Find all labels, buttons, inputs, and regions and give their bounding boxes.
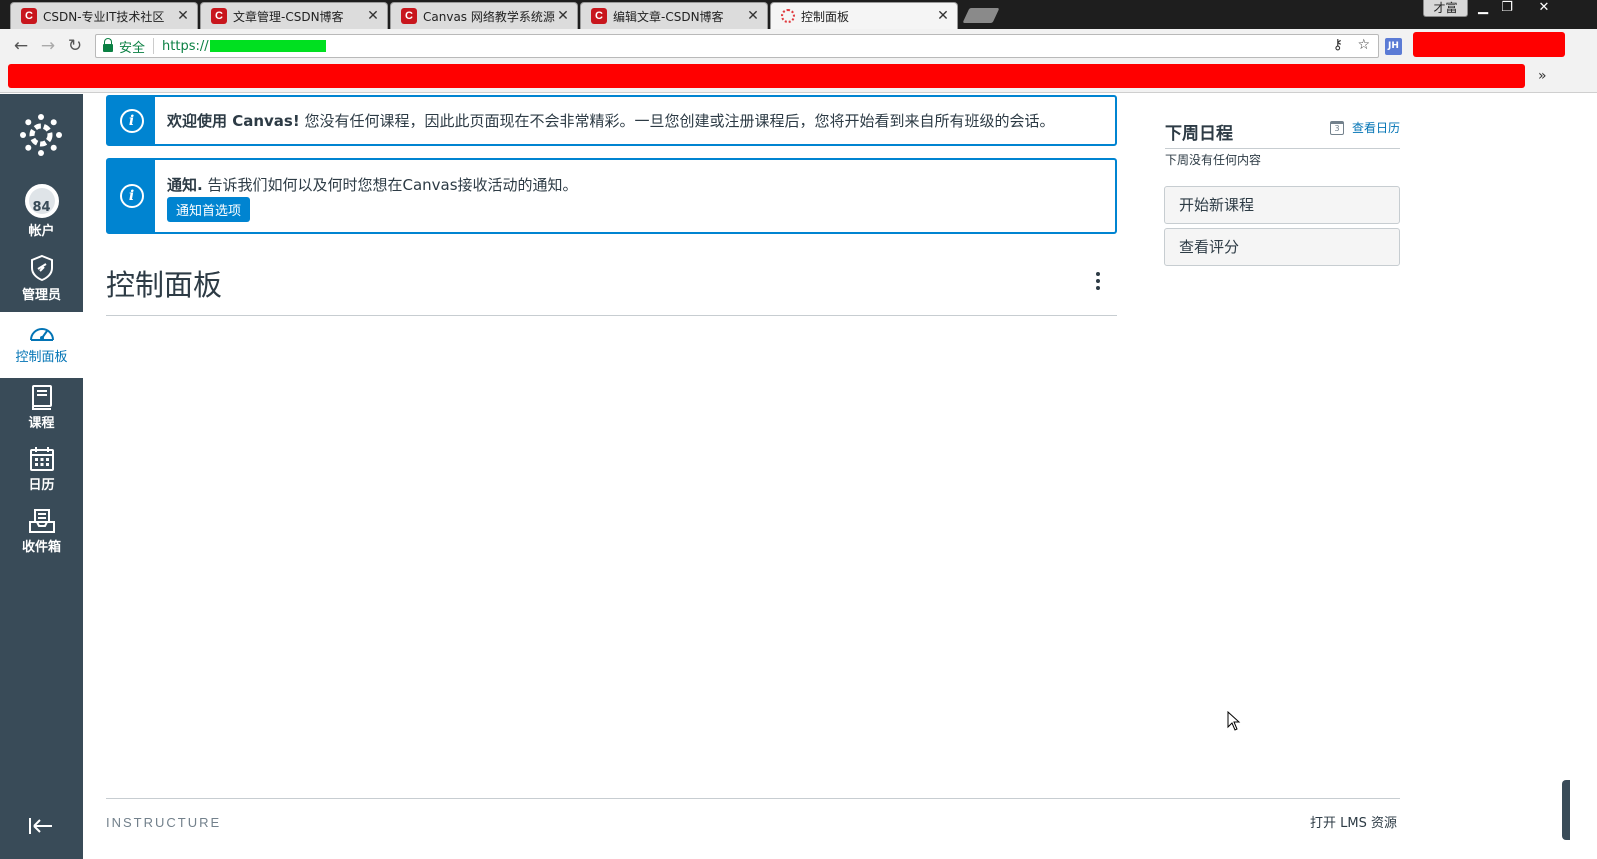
csdn-icon: C bbox=[21, 8, 37, 24]
alert-title: 欢迎使用 Canvas! bbox=[167, 112, 300, 130]
key-icon[interactable]: ⚷ bbox=[1333, 37, 1343, 53]
restore-icon[interactable]: ❐ bbox=[1496, 0, 1518, 17]
browser-tab-dashboard[interactable]: 控制面板 ✕ bbox=[770, 2, 958, 29]
tab-title: 文章管理-CSDN博客 bbox=[233, 9, 344, 24]
nav-item-account[interactable]: 84 帐户 bbox=[0, 184, 83, 247]
calendar-icon bbox=[29, 447, 54, 471]
scrollbar-handle[interactable] bbox=[1562, 780, 1570, 840]
nav-item-label: 收件箱 bbox=[21, 540, 61, 555]
global-navigation: 84 帐户 管理员 控制面板 课程 日历 收件箱 bbox=[0, 94, 83, 859]
empty-schedule-text: 下周没有任何内容 bbox=[1165, 153, 1262, 167]
shield-icon bbox=[30, 254, 53, 282]
window-user-badge[interactable]: 才富 bbox=[1423, 0, 1468, 17]
alert-icon-bar: i bbox=[108, 97, 155, 144]
nav-item-calendar[interactable]: 日历 bbox=[0, 446, 83, 509]
tab-title: CSDN-专业IT技术社区 bbox=[43, 9, 165, 24]
instructure-logo[interactable]: INSTRUCTURE bbox=[106, 815, 221, 830]
close-icon[interactable]: ✕ bbox=[175, 8, 191, 24]
view-calendar-label: 查看日历 bbox=[1352, 121, 1401, 135]
divider bbox=[1165, 148, 1400, 149]
nav-item-inbox[interactable]: 收件箱 bbox=[0, 508, 83, 571]
divider bbox=[153, 38, 155, 54]
alert-title: 通知. bbox=[167, 176, 203, 194]
nav-item-label: 日历 bbox=[28, 478, 55, 493]
csdn-icon: C bbox=[591, 8, 607, 24]
alert-text: 您没有任何课程，因此此页面现在不会非常精彩。一旦您创建或注册课程后，您将开始看到… bbox=[304, 112, 1055, 130]
coming-up-heading: 下周日程 bbox=[1165, 124, 1233, 144]
new-tab-button[interactable] bbox=[962, 8, 1000, 23]
close-icon[interactable]: ✕ bbox=[365, 8, 381, 24]
lock-icon bbox=[103, 38, 113, 52]
start-new-course-button[interactable]: 开始新课程 bbox=[1164, 186, 1400, 224]
window-close-icon[interactable]: ✕ bbox=[1533, 0, 1555, 17]
tab-title: 编辑文章-CSDN博客 bbox=[613, 9, 724, 24]
canvas-logo-icon[interactable] bbox=[20, 114, 62, 156]
nav-item-label: 控制面板 bbox=[15, 350, 68, 365]
browser-tab-canvas-source[interactable]: C Canvas 网络教学系统源 ✕ bbox=[390, 2, 578, 29]
welcome-alert: i 欢迎使用 Canvas! 您没有任何课程，因此此页面现在不会非常精彩。一旦您… bbox=[106, 95, 1117, 146]
close-icon[interactable]: ✕ bbox=[555, 8, 571, 24]
minimize-icon[interactable]: ▁ bbox=[1472, 0, 1494, 17]
csdn-icon: C bbox=[401, 8, 417, 24]
calendar-icon: 3 bbox=[1330, 120, 1344, 135]
open-lms-resources-link[interactable]: 打开 LMS 资源 bbox=[1310, 812, 1397, 831]
footer-divider bbox=[106, 798, 1400, 799]
close-icon[interactable]: ✕ bbox=[935, 8, 951, 24]
close-icon[interactable]: ✕ bbox=[745, 8, 761, 24]
nav-item-admin[interactable]: 管理员 bbox=[0, 254, 83, 317]
notification-preferences-button[interactable]: 通知首选项 bbox=[167, 197, 251, 222]
alert-body: 欢迎使用 Canvas! 您没有任何课程，因此此页面现在不会非常精彩。一旦您创建… bbox=[155, 97, 1067, 144]
browser-tab-edit-article[interactable]: C 编辑文章-CSDN博客 ✕ bbox=[580, 2, 768, 29]
canvas-icon bbox=[781, 9, 795, 23]
address-bar[interactable]: 安全 https:// ⚷ ☆ bbox=[95, 34, 1379, 58]
url-prefix: https:// bbox=[162, 38, 209, 54]
profile-redaction bbox=[1413, 32, 1565, 57]
alert-icon-bar: i bbox=[108, 160, 155, 232]
divider bbox=[106, 315, 1117, 316]
bookmarks-redaction bbox=[8, 64, 1525, 88]
tab-title: 控制面板 bbox=[801, 9, 850, 24]
back-icon[interactable]: ← bbox=[10, 35, 32, 57]
dashboard-options-icon[interactable] bbox=[1088, 270, 1108, 292]
browser-toolbar: ← → ↻ 安全 https:// ⚷ ☆ JH bbox=[0, 29, 1597, 63]
omnibox-actions: ⚷ ☆ bbox=[1333, 37, 1370, 53]
reload-icon[interactable]: ↻ bbox=[64, 35, 86, 57]
view-calendar-link[interactable]: 3 查看日历 bbox=[1330, 119, 1400, 136]
csdn-icon: C bbox=[211, 8, 227, 24]
bookmarks-overflow-icon[interactable]: » bbox=[1538, 68, 1547, 84]
tab-title: Canvas 网络教学系统源 bbox=[423, 9, 555, 24]
book-icon bbox=[31, 385, 52, 410]
info-icon: i bbox=[119, 108, 144, 133]
browser-tabstrip: C CSDN-专业IT技术社区 ✕ C 文章管理-CSDN博客 ✕ C Canv… bbox=[0, 0, 1597, 29]
avatar-text: 84 bbox=[32, 200, 51, 215]
nav-item-courses[interactable]: 课程 bbox=[0, 384, 83, 447]
nav-item-label: 帐户 bbox=[28, 224, 55, 239]
forward-icon[interactable]: → bbox=[37, 35, 59, 57]
nav-item-label: 管理员 bbox=[21, 288, 61, 303]
browser-tab-csdn[interactable]: C CSDN-专业IT技术社区 ✕ bbox=[10, 2, 198, 29]
mouse-cursor-icon bbox=[1227, 711, 1241, 731]
star-icon[interactable]: ☆ bbox=[1357, 37, 1370, 53]
view-grades-button[interactable]: 查看评分 bbox=[1164, 228, 1400, 266]
bookmarks-bar: » bbox=[0, 63, 1597, 93]
security-label: 安全 bbox=[119, 40, 146, 56]
notification-alert: i 通知. 告诉我们如何以及何时您想在Canvas接收活动的通知。 通知首选项 bbox=[106, 158, 1117, 234]
info-icon: i bbox=[119, 184, 144, 208]
browser-tab-article-management[interactable]: C 文章管理-CSDN博客 ✕ bbox=[200, 2, 388, 29]
page-title: 控制面板 bbox=[106, 268, 223, 302]
inbox-icon bbox=[28, 509, 55, 533]
dashboard-gauge-icon bbox=[29, 328, 54, 341]
collapse-nav-icon[interactable] bbox=[26, 814, 56, 838]
nav-item-label: 课程 bbox=[28, 416, 55, 431]
alert-text: 告诉我们如何以及何时您想在Canvas接收活动的通知。 bbox=[207, 176, 578, 194]
alert-body: 通知. 告诉我们如何以及何时您想在Canvas接收活动的通知。 通知首选项 bbox=[155, 160, 590, 232]
nav-item-dashboard[interactable]: 控制面板 bbox=[0, 312, 83, 378]
avatar-icon: 84 bbox=[24, 184, 59, 218]
extension-jh-icon[interactable]: JH bbox=[1385, 38, 1402, 55]
url-redaction bbox=[209, 40, 326, 52]
